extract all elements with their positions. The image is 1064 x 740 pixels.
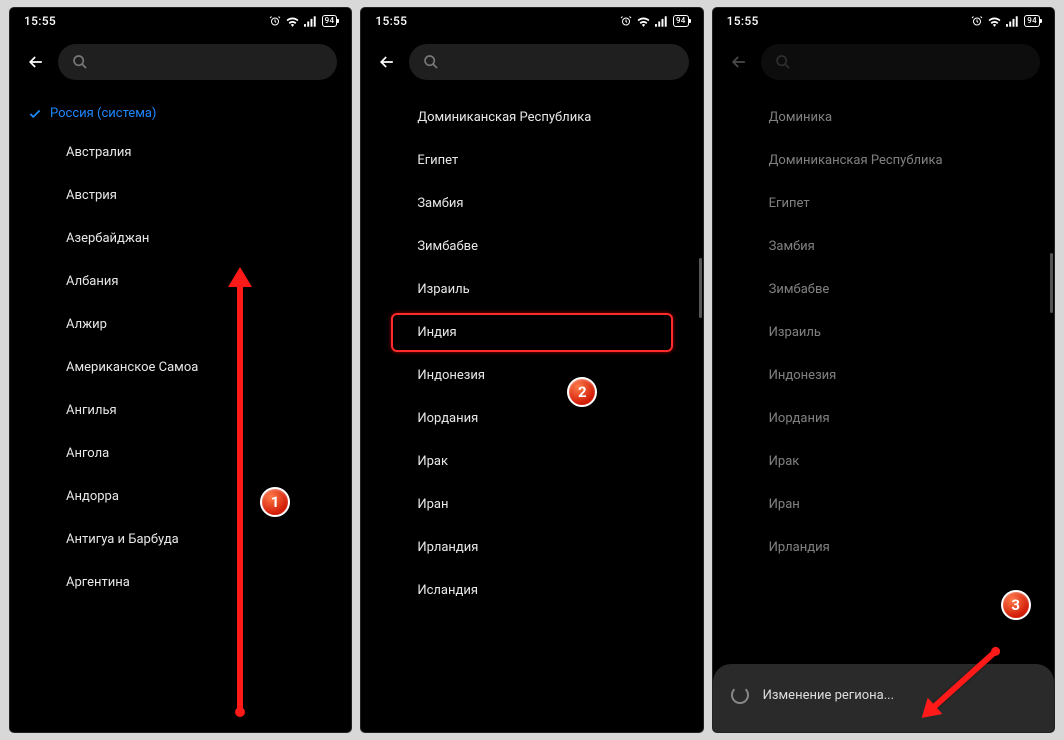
battery-icon: 94 bbox=[322, 15, 338, 27]
selected-region-label: Россия (система) bbox=[50, 106, 156, 121]
back-arrow-icon bbox=[377, 52, 397, 72]
wifi-icon bbox=[637, 16, 650, 27]
list-item: Доминика bbox=[713, 96, 1054, 139]
list-item[interactable]: Индонезия bbox=[361, 354, 702, 397]
scroll-indicator bbox=[1050, 253, 1053, 313]
list-item[interactable]: Австралия bbox=[10, 131, 351, 174]
spinner-icon bbox=[731, 686, 749, 704]
back-button[interactable] bbox=[727, 50, 751, 74]
battery-icon: 94 bbox=[673, 15, 689, 27]
list-item: Зимбабве bbox=[713, 268, 1054, 311]
list-item: Иордания bbox=[713, 397, 1054, 440]
list-item-highlighted[interactable]: Индия bbox=[361, 311, 702, 354]
toast-text: Изменение региона... bbox=[763, 688, 894, 703]
phone-screen-2: 15:55 94 Доминиканская Республика Египет… bbox=[361, 8, 702, 732]
list-item[interactable]: Австрия bbox=[10, 174, 351, 217]
status-bar: 15:55 94 bbox=[713, 8, 1054, 34]
header bbox=[10, 34, 351, 86]
list-item[interactable]: Ангилья bbox=[10, 389, 351, 432]
check-icon bbox=[28, 107, 42, 121]
list-item[interactable]: Иран bbox=[361, 483, 702, 526]
alarm-icon bbox=[269, 15, 281, 27]
list-item[interactable]: Иордания bbox=[361, 397, 702, 440]
list-item[interactable]: Зимбабве bbox=[361, 225, 702, 268]
list-item[interactable]: Замбия bbox=[361, 182, 702, 225]
status-time: 15:55 bbox=[727, 14, 759, 28]
region-list: Доминика Доминиканская Республика Египет… bbox=[713, 86, 1054, 732]
signal-icon bbox=[304, 16, 317, 27]
back-button[interactable] bbox=[375, 50, 399, 74]
list-item[interactable]: Аргентина bbox=[10, 561, 351, 604]
status-time: 15:55 bbox=[375, 14, 407, 28]
header bbox=[361, 34, 702, 86]
list-item[interactable]: Азербайджан bbox=[10, 217, 351, 260]
list-item[interactable]: Доминиканская Республика bbox=[361, 96, 702, 139]
alarm-icon bbox=[620, 15, 632, 27]
list-item[interactable]: Исландия bbox=[361, 569, 702, 612]
battery-icon: 94 bbox=[1024, 15, 1040, 27]
status-icons: 94 bbox=[971, 15, 1040, 27]
search-input[interactable] bbox=[409, 44, 688, 80]
list-item: Ирак bbox=[713, 440, 1054, 483]
signal-icon bbox=[655, 16, 668, 27]
status-bar: 15:55 94 bbox=[10, 8, 351, 34]
search-icon bbox=[775, 54, 791, 70]
search-icon bbox=[72, 54, 88, 70]
back-arrow-icon bbox=[729, 52, 749, 72]
search-icon bbox=[423, 54, 439, 70]
region-list[interactable]: Россия (система) Австралия Австрия Азерб… bbox=[10, 86, 351, 732]
list-item[interactable]: Алжир bbox=[10, 303, 351, 346]
header bbox=[713, 34, 1054, 86]
back-arrow-icon bbox=[26, 52, 46, 72]
list-item[interactable]: Ангола bbox=[10, 432, 351, 475]
list-item[interactable]: Ирак bbox=[361, 440, 702, 483]
list-item[interactable]: Антигуа и Барбуда bbox=[10, 518, 351, 561]
search-input[interactable] bbox=[761, 44, 1040, 80]
back-button[interactable] bbox=[24, 50, 48, 74]
search-input[interactable] bbox=[58, 44, 337, 80]
scroll-indicator bbox=[699, 258, 702, 318]
wifi-icon bbox=[286, 16, 299, 27]
list-item[interactable]: Ирландия bbox=[361, 526, 702, 569]
phone-screen-1: 15:55 94 Россия (система) Австралия Авст… bbox=[10, 8, 351, 732]
list-item[interactable]: Андорра bbox=[10, 475, 351, 518]
signal-icon bbox=[1006, 16, 1019, 27]
selected-region[interactable]: Россия (система) bbox=[10, 96, 351, 131]
list-item: Иран bbox=[713, 483, 1054, 526]
list-item: Израиль bbox=[713, 311, 1054, 354]
phone-screen-3: 15:55 94 Доминика Доминиканская Республи… bbox=[713, 8, 1054, 732]
list-item: Ирландия bbox=[713, 526, 1054, 569]
toast: Изменение региона... bbox=[713, 664, 1054, 732]
annotation-arrow-up bbox=[237, 283, 243, 713]
list-item[interactable]: Египет bbox=[361, 139, 702, 182]
list-item: Египет bbox=[713, 182, 1054, 225]
list-item[interactable]: Албания bbox=[10, 260, 351, 303]
alarm-icon bbox=[971, 15, 983, 27]
wifi-icon bbox=[988, 16, 1001, 27]
status-time: 15:55 bbox=[24, 14, 56, 28]
region-list[interactable]: Доминиканская Республика Египет Замбия З… bbox=[361, 86, 702, 732]
annotation-badge-3: 3 bbox=[1001, 590, 1031, 620]
list-item[interactable]: Американское Самоа bbox=[10, 346, 351, 389]
status-icons: 94 bbox=[620, 15, 689, 27]
status-bar: 15:55 94 bbox=[361, 8, 702, 34]
annotation-badge-1: 1 bbox=[260, 487, 290, 517]
status-icons: 94 bbox=[269, 15, 338, 27]
list-item[interactable]: Израиль bbox=[361, 268, 702, 311]
list-item: Индонезия bbox=[713, 354, 1054, 397]
list-item: Доминиканская Республика bbox=[713, 139, 1054, 182]
list-item: Замбия bbox=[713, 225, 1054, 268]
